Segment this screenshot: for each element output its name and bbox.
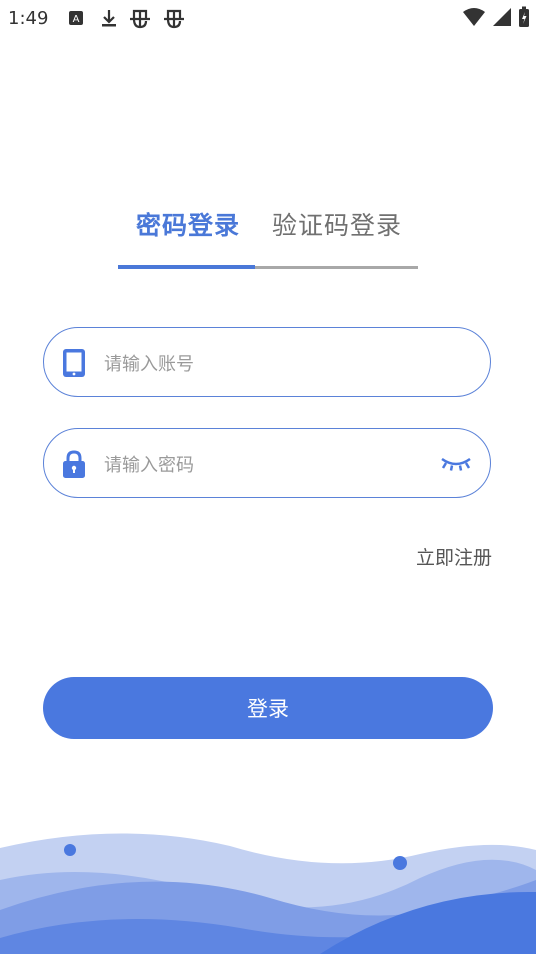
tab-code-login[interactable]: 验证码登录 bbox=[272, 206, 402, 242]
account-input[interactable] bbox=[102, 346, 426, 382]
password-input[interactable] bbox=[102, 447, 426, 483]
signal-icon bbox=[493, 8, 511, 26]
status-time: 1:49 bbox=[8, 8, 49, 29]
password-field[interactable] bbox=[43, 428, 491, 498]
eye-closed-icon[interactable] bbox=[440, 455, 472, 473]
dot-right bbox=[393, 856, 407, 870]
phone-icon bbox=[63, 349, 85, 377]
tab-password-login[interactable]: 密码登录 bbox=[136, 206, 240, 242]
login-mode-tabs: 密码登录 验证码登录 bbox=[118, 206, 418, 270]
login-button[interactable]: 登录 bbox=[43, 677, 493, 739]
download-icon bbox=[102, 10, 116, 27]
bug-icon-2 bbox=[164, 9, 184, 29]
dot-left bbox=[64, 844, 76, 856]
svg-text:A: A bbox=[73, 14, 80, 25]
register-link[interactable]: 立即注册 bbox=[416, 543, 492, 570]
battery-charging-icon bbox=[519, 6, 529, 27]
a-notification-icon: A bbox=[69, 11, 83, 25]
status-bar: 1:49 A bbox=[0, 0, 536, 38]
account-field[interactable] bbox=[43, 327, 491, 397]
wave-decoration bbox=[0, 833, 536, 954]
lock-icon bbox=[63, 450, 85, 478]
bug-icon bbox=[130, 9, 150, 29]
tab-indicator bbox=[118, 265, 255, 269]
status-right-icons bbox=[462, 6, 530, 28]
wifi-icon bbox=[463, 8, 485, 26]
